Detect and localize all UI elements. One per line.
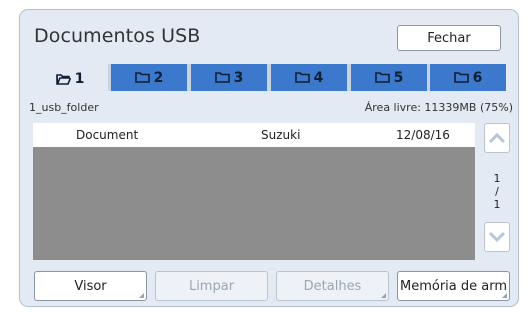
dialog-title: Documentos USB	[34, 25, 201, 47]
chevron-up-icon	[488, 132, 506, 144]
tab-folder-3[interactable]: 3	[191, 64, 267, 91]
tab-label: 1	[74, 71, 85, 87]
close-button-label: Fechar	[427, 30, 471, 46]
tab-folder-5[interactable]: 5	[351, 64, 427, 91]
limpar-button[interactable]: Limpar	[155, 271, 268, 301]
page-indicator: 1 / 1	[484, 172, 510, 211]
memoria-button[interactable]: Memória de arm	[397, 271, 510, 301]
folder-icon	[134, 72, 150, 83]
close-button[interactable]: Fechar	[397, 25, 501, 51]
tab-label: 4	[313, 69, 324, 86]
tab-label: 5	[393, 69, 404, 86]
tab-folder-1[interactable]: 1	[32, 64, 108, 94]
document-name: Document	[76, 128, 139, 142]
folder-icon	[214, 72, 230, 83]
folder-icon	[453, 72, 469, 83]
limpar-label: Limpar	[188, 278, 235, 294]
tab-label: 6	[472, 69, 483, 86]
list-item[interactable]: Document Suzuki 12/08/16	[33, 123, 475, 147]
page-current: 1	[493, 172, 501, 185]
document-date: 12/08/16	[396, 128, 450, 142]
corner-mark	[381, 293, 386, 298]
page-total: 1	[493, 198, 501, 211]
visor-button[interactable]: Visor	[34, 271, 147, 301]
detalhes-button[interactable]: Detalhes	[276, 271, 389, 301]
scroll-down-button[interactable]	[484, 222, 510, 252]
detalhes-label: Detalhes	[303, 278, 362, 294]
memoria-label: Memória de arm	[399, 278, 507, 294]
tab-folder-4[interactable]: 4	[271, 64, 347, 91]
folder-name: 1_usb_folder	[29, 101, 99, 114]
folder-icon	[294, 72, 310, 83]
scroll-up-button[interactable]	[484, 123, 510, 153]
visor-label: Visor	[74, 278, 107, 294]
tab-label: 2	[153, 69, 164, 86]
folder-open-icon	[55, 73, 71, 85]
tab-folder-6[interactable]: 6	[430, 64, 506, 91]
chevron-down-icon	[488, 231, 506, 243]
folder-icon	[374, 72, 390, 83]
page-separator: /	[495, 185, 499, 198]
free-space: Área livre: 11339MB (75%)	[364, 101, 513, 114]
corner-mark	[139, 293, 144, 298]
tab-label: 3	[233, 69, 244, 86]
corner-mark	[502, 293, 507, 298]
document-owner: Suzuki	[261, 128, 301, 142]
tab-folder-2[interactable]: 2	[111, 64, 187, 91]
